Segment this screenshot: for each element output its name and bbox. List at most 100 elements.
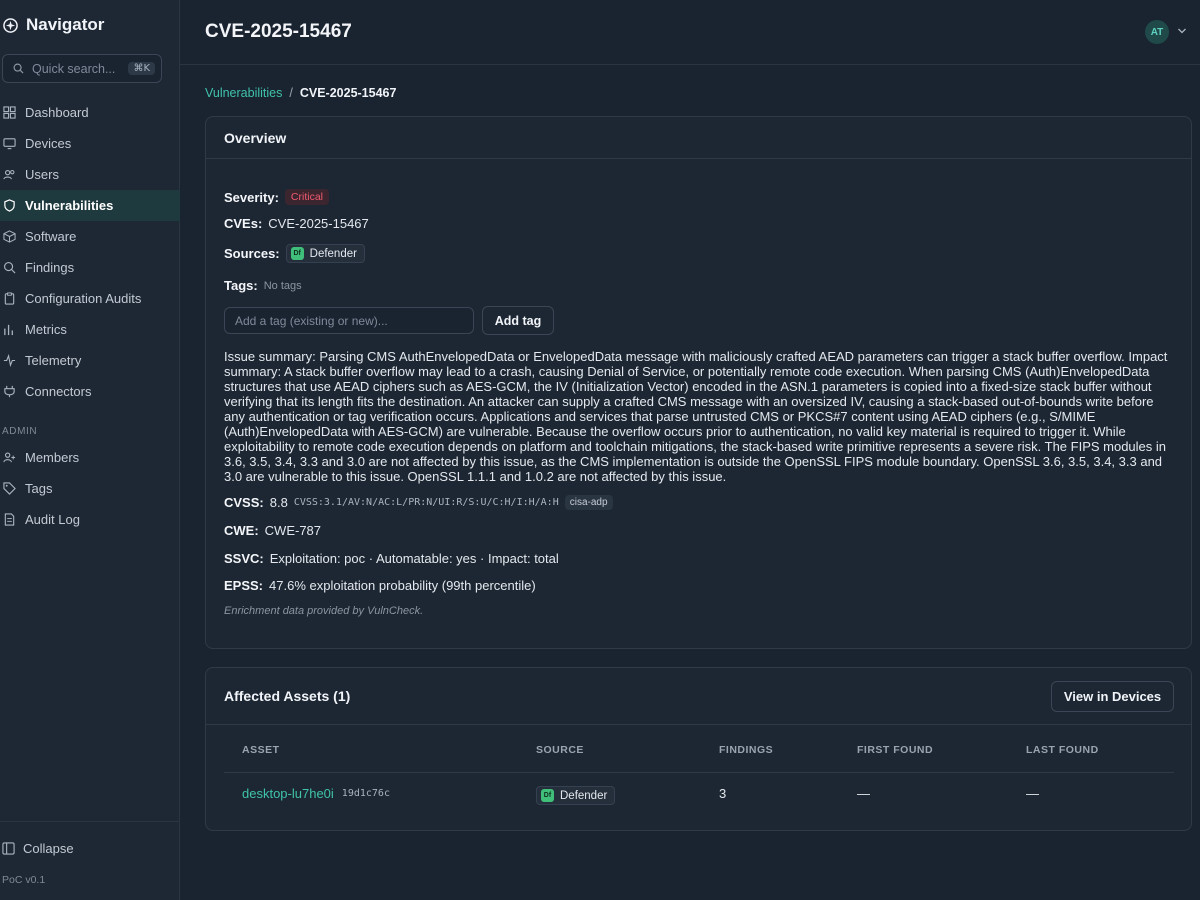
sidebar-item-dashboard[interactable]: Dashboard bbox=[0, 97, 180, 128]
cwe-row: CWE: CWE-787 bbox=[224, 523, 321, 538]
bar-chart-icon bbox=[4, 324, 13, 336]
source-chip-defender: Df Defender bbox=[536, 786, 616, 805]
sidebar-item-label: Members bbox=[25, 450, 80, 465]
severity-badge: Critical bbox=[284, 189, 330, 205]
add-tag-button[interactable]: Add tag bbox=[482, 306, 554, 335]
column-header-asset: ASSET bbox=[242, 744, 280, 756]
epss-value: 47.6% exploitation probability (99th per… bbox=[269, 578, 536, 593]
sidebar-item-users[interactable]: Users bbox=[0, 159, 180, 190]
grid-icon bbox=[3, 106, 16, 119]
ssvc-label: SSVC: bbox=[224, 551, 264, 566]
sidebar-item-label: Configuration Audits bbox=[25, 291, 142, 306]
sidebar-item-findings[interactable]: Findings bbox=[0, 252, 180, 283]
sidebar-item-label: Tags bbox=[25, 481, 53, 496]
tag-icon bbox=[3, 482, 16, 495]
defender-icon: Df bbox=[541, 789, 554, 802]
table-cell-asset: desktop-lu7he0i 19d1c76c bbox=[242, 786, 390, 801]
sidebar-item-label: Vulnerabilities bbox=[25, 198, 114, 213]
sidebar-item-members[interactable]: Members bbox=[0, 442, 180, 473]
column-header-first-found: FIRST FOUND bbox=[857, 744, 934, 756]
asset-id: 19d1c76c bbox=[341, 788, 390, 799]
tag-input[interactable] bbox=[224, 307, 474, 334]
cves-value: CVE-2025-15467 bbox=[268, 216, 369, 231]
chevron-down-icon[interactable] bbox=[1177, 26, 1187, 36]
tags-empty: No tags bbox=[263, 279, 302, 292]
app-version: PoC v0.1 bbox=[2, 874, 46, 886]
epss-row: EPSS: 47.6% exploitation probability (99… bbox=[224, 578, 536, 593]
sidebar-item-label: Telemetry bbox=[25, 353, 82, 368]
user-plus-icon bbox=[3, 452, 16, 463]
cwe-value: CWE-787 bbox=[264, 523, 322, 538]
sidebar-item-label: Connectors bbox=[25, 384, 92, 399]
app-brand[interactable]: Navigator bbox=[3, 15, 104, 35]
overview-card: Overview Severity: Critical CVEs: CVE-20… bbox=[205, 116, 1192, 649]
column-header-findings: FINDINGS bbox=[719, 744, 774, 756]
sidebar-item-software[interactable]: Software bbox=[0, 221, 180, 252]
asset-link[interactable]: desktop-lu7he0i bbox=[242, 786, 334, 801]
cvss-vector: CVSS:3.1/AV:N/AC:L/PR:N/UI:R/S:U/C:H/I:H… bbox=[293, 497, 559, 508]
column-header-last-found: LAST FOUND bbox=[1026, 744, 1099, 756]
sidebar-footer: Collapse PoC v0.1 bbox=[0, 821, 180, 886]
enrichment-row: Enrichment data provided by VulnCheck. bbox=[224, 605, 423, 617]
sidebar-item-label: Users bbox=[25, 167, 59, 182]
sidebar-item-devices[interactable]: Devices bbox=[0, 128, 180, 159]
breadcrumb-separator: / bbox=[289, 86, 293, 100]
sidebar-item-metrics[interactable]: Metrics bbox=[0, 314, 180, 345]
sources-row: Sources: Df Defender bbox=[224, 244, 365, 263]
sidebar-item-label: Devices bbox=[25, 136, 72, 151]
cvss-score: 8.8 bbox=[269, 495, 288, 510]
sidebar-item-label: Findings bbox=[25, 260, 75, 275]
breadcrumb: Vulnerabilities / CVE-2025-15467 bbox=[205, 86, 396, 100]
sidebar-item-vulnerabilities[interactable]: Vulnerabilities bbox=[0, 190, 180, 221]
sidebar-item-configuration-audits[interactable]: Configuration Audits bbox=[0, 283, 180, 314]
search-icon bbox=[13, 63, 24, 74]
admin-nav: Members Tags Audit Log bbox=[0, 442, 180, 535]
plug-icon bbox=[4, 385, 15, 398]
avatar[interactable]: AT bbox=[1145, 20, 1169, 44]
issue-summary: Issue summary: Parsing CMS AuthEnveloped… bbox=[224, 349, 1168, 484]
breadcrumb-current: CVE-2025-15467 bbox=[299, 86, 397, 100]
sidebar-item-label: Audit Log bbox=[25, 512, 80, 527]
sidebar-item-tags[interactable]: Tags bbox=[0, 473, 180, 504]
cvss-source-badge: cisa-adp bbox=[564, 495, 613, 510]
shield-icon bbox=[4, 199, 15, 212]
defender-icon: Df bbox=[290, 247, 304, 260]
top-header: CVE-2025-15467 AT bbox=[180, 0, 1200, 65]
severity-label: Severity: bbox=[224, 189, 279, 205]
activity-icon bbox=[3, 354, 16, 367]
sidebar-item-connectors[interactable]: Connectors bbox=[0, 376, 180, 407]
collapse-button[interactable]: Collapse bbox=[2, 841, 74, 856]
cvss-row: CVSS: 8.8 CVSS:3.1/AV:N/AC:L/PR:N/UI:R/S… bbox=[224, 495, 613, 510]
sources-label: Sources: bbox=[224, 246, 280, 261]
cves-label: CVEs: bbox=[224, 216, 263, 231]
monitor-icon bbox=[3, 138, 16, 150]
sidebar-item-label: Metrics bbox=[25, 322, 67, 337]
cwe-label: CWE: bbox=[224, 523, 259, 538]
breadcrumb-vulnerabilities-link[interactable]: Vulnerabilities bbox=[205, 86, 282, 100]
quick-search[interactable]: Quick search... ⌘K bbox=[2, 54, 162, 83]
source-name: Defender bbox=[309, 247, 357, 260]
tags-label: Tags: bbox=[224, 278, 258, 293]
table-cell-last-found: — bbox=[1026, 786, 1039, 801]
users-icon bbox=[3, 169, 15, 180]
ssvc-row: SSVC: Exploitation: poc · Automatable: y… bbox=[224, 551, 559, 566]
sidebar-item-telemetry[interactable]: Telemetry bbox=[0, 345, 180, 376]
column-header-source: SOURCE bbox=[536, 744, 584, 756]
epss-label: EPSS: bbox=[224, 578, 264, 593]
overview-title: Overview bbox=[206, 117, 1191, 159]
tags-row: Tags: No tags bbox=[224, 278, 302, 293]
view-in-devices-button[interactable]: View in Devices bbox=[1051, 681, 1174, 712]
affected-assets-title: Affected Assets (1) bbox=[206, 668, 1191, 725]
search-icon bbox=[4, 262, 16, 274]
sidebar-item-audit-log[interactable]: Audit Log bbox=[0, 504, 180, 535]
affected-assets-card: Affected Assets (1) View in Devices ASSE… bbox=[205, 667, 1192, 831]
app-name: Navigator bbox=[26, 15, 105, 34]
table-cell-findings: 3 bbox=[719, 786, 727, 801]
compass-icon bbox=[3, 17, 18, 33]
search-shortcut: ⌘K bbox=[128, 62, 155, 75]
table-cell-source: Df Defender bbox=[536, 786, 616, 805]
page-title: CVE-2025-15467 bbox=[205, 21, 352, 42]
ssvc-value: Exploitation: poc · Automatable: yes · I… bbox=[269, 551, 559, 566]
clipboard-icon bbox=[4, 292, 15, 305]
box-icon bbox=[3, 230, 16, 243]
